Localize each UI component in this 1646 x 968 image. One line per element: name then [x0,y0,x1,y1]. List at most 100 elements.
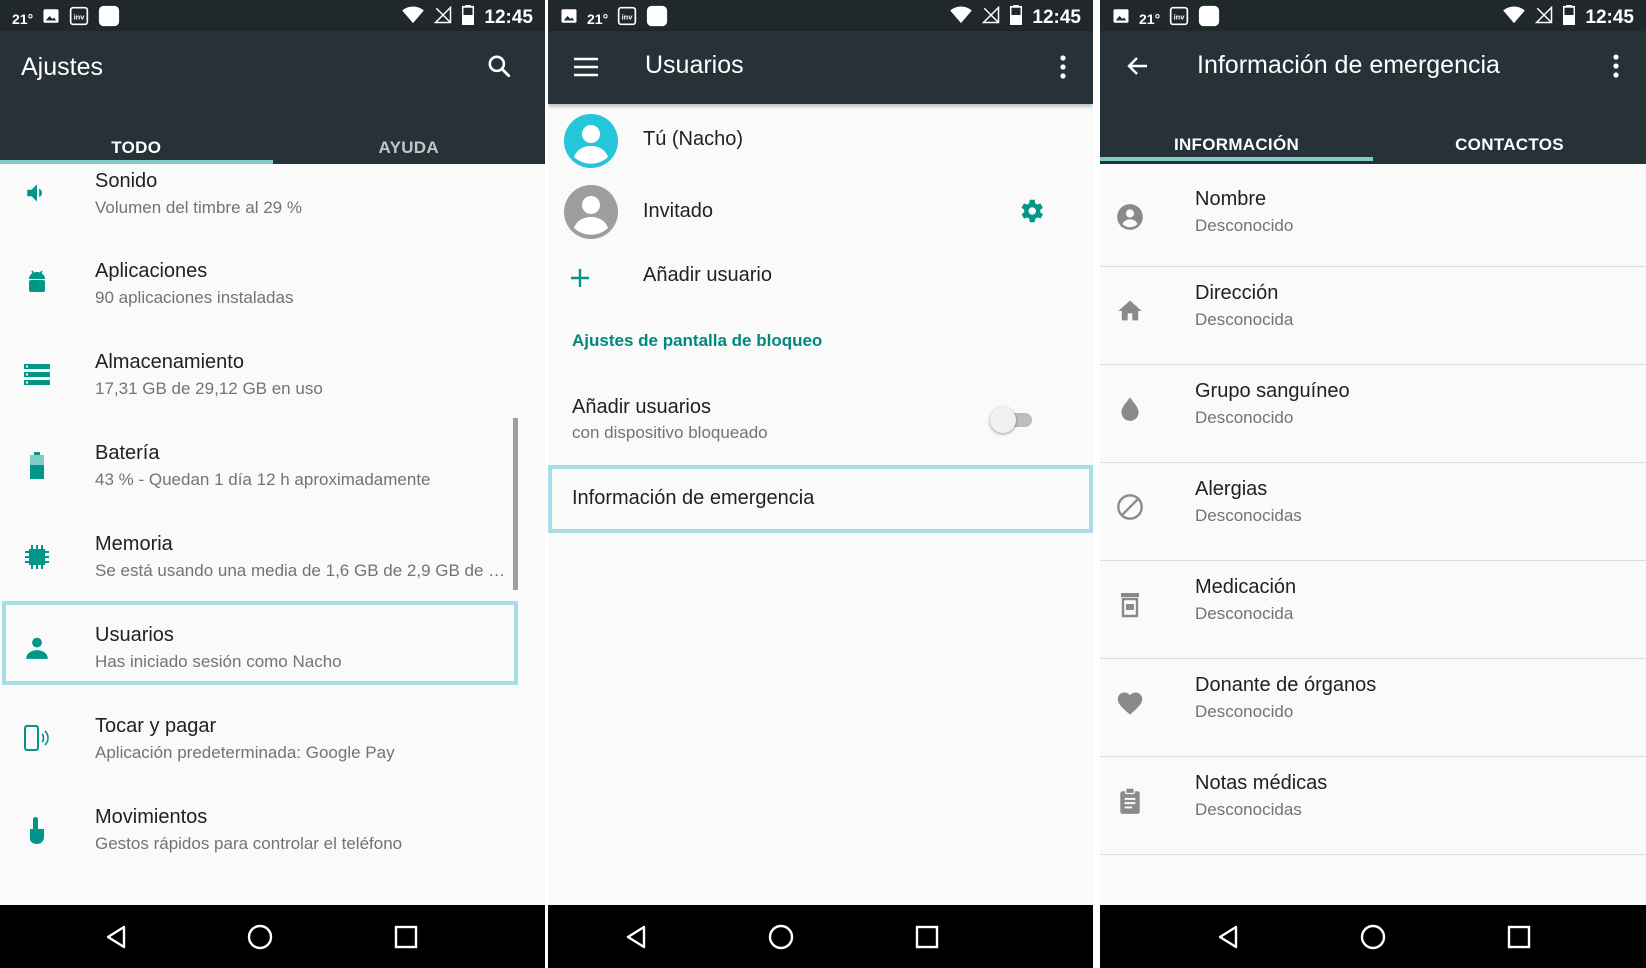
item-subtitle: Volumen del timbre al 29 % [95,198,302,217]
item-title: Añadir usuarios [572,396,711,418]
item-subtitle: Se está usando una media de 1,6 GB de 2,… [95,561,506,580]
item-subtitle: Desconocida [1195,310,1294,329]
back-icon[interactable] [620,921,652,953]
add-users-locked-setting[interactable]: Añadir usuarios con dispositivo bloquead… [548,380,1093,460]
item-title: Medicación [1195,576,1297,598]
item-subtitle: Desconocido [1195,702,1294,721]
emergency-info-screen: 21° inv 12:45 Información de emergencia … [1100,0,1646,968]
tab-todo[interactable]: TODO [0,118,273,164]
home-icon[interactable] [765,921,797,953]
scrollbar[interactable] [513,418,518,590]
item-subtitle: Desconocida [1195,604,1294,623]
wifi-icon [950,6,973,29]
tab-contactos[interactable]: CONTACTOS [1373,115,1646,161]
item-title: Alergias [1195,478,1268,500]
settings-item-sonido[interactable]: Sonido Volumen del timbre al 29 % [0,164,545,255]
clock: 12:45 [1585,6,1634,28]
temperature-label: 21° [1139,10,1161,27]
item-title: Almacenamiento [95,351,244,373]
toggle-switch[interactable] [988,406,1038,434]
account-circle-icon [1115,202,1145,232]
status-bar: 21° inv 12:45 [1100,0,1646,31]
info-item-alergias[interactable]: Alergias Desconocidas [1100,463,1646,555]
info-item-nombre[interactable]: Nombre Desconocido [1100,171,1646,263]
user-row-guest[interactable]: Invitado [548,176,1093,248]
item-title: Batería [95,442,160,464]
info-item-grupo-sanguineo[interactable]: Grupo sanguíneo Desconocido [1100,365,1646,457]
tap-pay-icon [22,723,52,753]
add-user-button[interactable]: Añadir usuario [548,248,1093,316]
battery-status-icon [1010,5,1023,30]
item-title: Sonido [95,170,158,192]
tab-bar: TODO AYUDA [0,118,545,164]
navigation-bar [548,905,1093,968]
clipboard-icon [1115,786,1145,816]
user-name: Invitado [643,200,714,222]
item-subtitle: Desconocido [1195,408,1294,427]
back-icon[interactable] [100,921,132,953]
item-subtitle: 17,31 GB de 29,12 GB en uso [95,379,323,398]
tab-label: CONTACTOS [1455,135,1564,154]
item-subtitle: con dispositivo bloqueado [572,423,768,442]
user-row-self[interactable]: Tú (Nacho) [548,106,1093,176]
avatar [564,114,618,168]
item-title: Movimientos [95,806,208,828]
settings-item-tocar-y-pagar[interactable]: Tocar y pagar Aplicación predeterminada:… [0,710,545,801]
tab-ayuda[interactable]: AYUDA [273,118,546,164]
item-title: Tocar y pagar [95,715,217,737]
temperature-label: 21° [12,10,34,27]
wifi-icon [402,6,425,29]
navigation-bar [1100,905,1646,968]
home-icon [1115,296,1145,326]
gear-icon[interactable] [1016,196,1046,226]
search-icon[interactable] [483,50,515,82]
more-options-icon[interactable] [1047,51,1079,83]
info-item-direccion[interactable]: Dirección Desconocida [1100,267,1646,359]
info-item-medicacion[interactable]: Medicación Desconocida [1100,561,1646,653]
heart-icon [1115,688,1145,718]
recents-icon[interactable] [390,921,422,953]
info-item-notas-medicas[interactable]: Notas médicas Desconocidas [1100,757,1646,849]
settings-item-bateria[interactable]: Batería 43 % - Quedan 1 día 12 h aproxim… [0,437,545,528]
settings-item-almacenamiento[interactable]: Almacenamiento 17,31 GB de 29,12 GB en u… [0,346,545,437]
home-icon[interactable] [1357,921,1389,953]
image-icon [1112,7,1130,30]
item-title: Grupo sanguíneo [1195,380,1350,402]
android-icon [22,268,52,298]
battery-status-icon [462,5,475,30]
image-icon [560,7,578,30]
info-item-donante[interactable]: Donante de órganos Desconocido [1100,659,1646,751]
settings-item-aplicaciones[interactable]: Aplicaciones 90 aplicaciones instaladas [0,255,545,346]
more-options-icon[interactable] [1600,50,1632,82]
item-subtitle: Aplicación predeterminada: Google Pay [95,743,395,762]
app-square-icon [98,5,120,32]
menu-icon[interactable] [570,51,602,83]
back-icon[interactable] [1212,921,1244,953]
plus-icon [568,266,592,290]
avatar [564,185,618,239]
item-title: Donante de órganos [1195,674,1377,696]
no-signal-icon [1535,5,1553,29]
home-icon[interactable] [244,921,276,953]
item-subtitle: 90 aplicaciones instaladas [95,288,294,307]
item-subtitle: Desconocidas [1195,800,1302,819]
recents-icon[interactable] [1503,921,1535,953]
tab-bar: INFORMACIÓN CONTACTOS [1100,115,1646,161]
item-title: Notas médicas [1195,772,1328,794]
page-title: Ajustes [21,53,103,81]
app-bar: Usuarios [548,31,1093,104]
clock: 12:45 [484,6,533,28]
drop-icon [1115,394,1145,424]
recents-icon[interactable] [911,921,943,953]
user-name: Tú (Nacho) [643,128,744,150]
item-title: Memoria [95,533,173,555]
arrow-back-icon[interactable] [1122,50,1154,82]
pill-bottle-icon [1115,590,1145,620]
users-screen: 21° inv 12:45 Usuarios Tú (Nacho) Invita… [548,0,1093,968]
settings-item-movimientos[interactable]: Movimientos Gestos rápidos para controla… [0,801,545,892]
tab-informacion[interactable]: INFORMACIÓN [1100,115,1373,161]
status-bar: 21° inv 12:45 [548,0,1093,31]
memory-icon [22,542,52,572]
divider [1100,854,1646,855]
volume-icon [22,178,52,208]
